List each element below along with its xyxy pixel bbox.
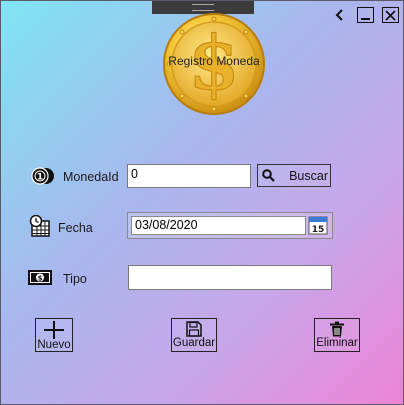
trash-icon [330, 321, 344, 337]
guardar-button[interactable]: Guardar [171, 318, 217, 352]
app-window: $ Registro Moneda 1 MonedaId 0 Buscar Fe… [0, 0, 404, 405]
close-button[interactable] [382, 7, 399, 23]
fecha-datepicker[interactable]: 03/08/2020 15 [127, 212, 333, 239]
guardar-label: Guardar [172, 337, 216, 349]
grip-icon [192, 4, 214, 11]
buscar-button[interactable]: Buscar [257, 164, 331, 187]
minimize-icon [361, 17, 370, 20]
buscar-label: Buscar [289, 169, 328, 183]
plus-icon [44, 321, 64, 339]
moneda-id-label: MonedaId [63, 170, 119, 184]
eliminar-button[interactable]: Eliminar [314, 318, 360, 352]
calendar-clock-icon [29, 215, 50, 237]
nuevo-button[interactable]: Nuevo [35, 318, 73, 352]
svg-text:$: $ [38, 275, 43, 283]
moneda-id-input[interactable]: 0 [127, 164, 251, 188]
coin-logo-text: Registro Moneda [168, 54, 260, 68]
fecha-input[interactable]: 03/08/2020 [131, 216, 306, 235]
tipo-label: Tipo [63, 272, 87, 286]
calendar-button-icon[interactable]: 15 [308, 215, 328, 235]
svg-text:1: 1 [37, 173, 43, 183]
close-icon [385, 9, 396, 21]
fecha-label: Fecha [58, 221, 93, 235]
eliminar-label: Eliminar [316, 337, 358, 349]
tipo-input[interactable] [128, 265, 332, 290]
banknote-icon: $ [28, 270, 52, 285]
calendar-day-number: 15 [312, 225, 325, 235]
back-button[interactable] [331, 7, 348, 23]
nuevo-label: Nuevo [37, 339, 71, 351]
chevron-left-icon [335, 9, 343, 21]
search-icon [262, 169, 275, 182]
save-icon [186, 321, 202, 337]
minimize-button[interactable] [357, 7, 374, 23]
coins-icon: 1 [31, 167, 54, 185]
